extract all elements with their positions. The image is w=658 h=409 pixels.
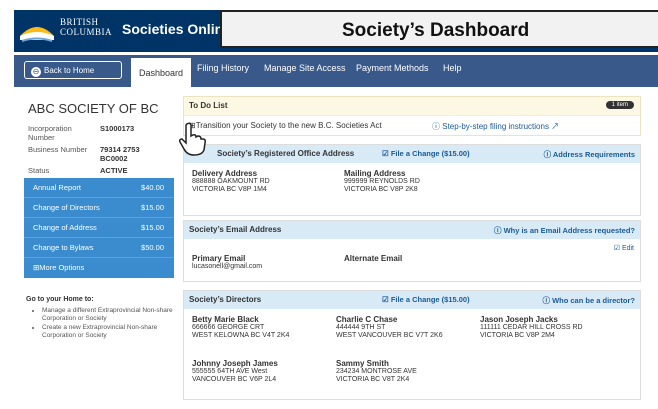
- email-header: Society’s Email Address ⓘ Why is an Emai…: [184, 221, 640, 239]
- goto-create-link[interactable]: Create a new Extraprovincial Non-share C…: [42, 324, 174, 339]
- business-number-row: Business Number 79314 2753 BC0002: [28, 145, 140, 163]
- tab-dashboard[interactable]: Dashboard: [131, 58, 192, 87]
- society-panel: ABC SOCIETY OF BC Incorporation Number S1…: [24, 96, 174, 339]
- director-card: Sammy Smith 234234 MONTROSE AVE VICTORIA B…: [336, 359, 417, 383]
- menu-change-of-address[interactable]: Change of Address $15.00: [24, 218, 174, 238]
- directors-section: Society’s Directors ☑ File a Change ($15…: [183, 290, 641, 400]
- email-edit-button[interactable]: ☑ Edit: [614, 245, 634, 253]
- filing-menu: Annual Report $40.00 Change of Directors $…: [24, 178, 174, 278]
- director-card: Betty Marie Black 666666 GEORGE CRT WEST K…: [192, 315, 290, 339]
- tab-help[interactable]: Help: [443, 63, 462, 73]
- directors-header: Society’s Directors ☑ File a Change ($15…: [184, 291, 640, 309]
- menu-more-options[interactable]: ⊞More Options: [24, 258, 174, 278]
- directors-file-change-link[interactable]: ☑ File a Change ($15.00): [382, 295, 470, 304]
- menu-change-to-bylaws[interactable]: Change to Bylaws $50.00: [24, 238, 174, 258]
- menu-annual-report[interactable]: Annual Report $40.00: [24, 178, 174, 198]
- primary-email: Primary Email lucasonell@gmail.com: [192, 254, 263, 270]
- mailing-address: Mailing Address 999999 REYNOLDS RD VICTORI…: [344, 169, 420, 193]
- info-icon: ⓘ: [432, 122, 443, 131]
- director-card: Johnny Joseph James 555555 64TH AVE West V…: [192, 359, 278, 383]
- todo-transition-item[interactable]: ⊞Transition your Society to the new B.C.…: [189, 121, 382, 130]
- director-card: Charlie C Chase 444444 9TH ST WEST VANCOUV…: [336, 315, 443, 339]
- society-name: ABC SOCIETY OF BC: [28, 101, 159, 116]
- page: BRITISH COLUMBIA Societies Online Society…: [0, 0, 658, 409]
- email-section: Society’s Email Address ⓘ Why is an Emai…: [183, 220, 641, 282]
- logo-text: BRITISH COLUMBIA: [60, 17, 113, 37]
- app-title: Societies Online: [122, 21, 231, 37]
- todo-title: To Do List: [189, 101, 228, 110]
- back-to-home-button[interactable]: ⊖ Back to Home: [24, 61, 122, 79]
- delivery-address: Delivery Address 888888 OAKMOUNT RD VICTOR…: [192, 169, 270, 193]
- filing-instructions-link[interactable]: ⓘ Step-by-step filing instructions ↗: [432, 121, 559, 132]
- goto-manage-link[interactable]: Manage a different Extraprovincial Non-s…: [42, 307, 174, 322]
- edit-icon: ☑: [613, 245, 622, 252]
- incorporation-number-row: Incorporation Number S1000173: [28, 124, 135, 142]
- office-file-change-link[interactable]: ☑ File a Change ($15.00): [382, 149, 470, 158]
- info-icon: ⓘ: [543, 150, 553, 159]
- dashboard-title: Society’s Dashboard: [220, 10, 658, 48]
- todo-list: To Do List 1 item ⊞Transition your Socie…: [183, 96, 641, 136]
- go-to-home-section: Go to your Home to: Manage a different E…: [24, 296, 174, 341]
- arrow-left-icon: ⊖: [31, 67, 41, 77]
- hand-pointer-icon: [179, 122, 206, 156]
- info-icon: ⓘ: [493, 226, 504, 235]
- info-icon: ⓘ: [542, 296, 553, 305]
- edit-icon: ☑: [382, 295, 391, 304]
- tab-manage-site-access[interactable]: Manage Site Access: [264, 63, 346, 73]
- registered-office-header: Society’s Registered Office Address ☑ Fi…: [184, 145, 640, 163]
- menu-change-of-directors[interactable]: Change of Directors $15.00: [24, 198, 174, 218]
- todo-row: ⊞Transition your Society to the new B.C.…: [184, 115, 640, 135]
- why-email-link[interactable]: ⓘ Why is an Email Address requested?: [494, 225, 635, 236]
- registered-office-section: Society’s Registered Office Address ☑ Fi…: [183, 144, 641, 216]
- status-row: Status ACTIVE: [28, 166, 128, 175]
- tab-payment-methods[interactable]: Payment Methods: [356, 63, 429, 73]
- director-card: Jason Joseph Jacks 111111 CEDAR HILL CROS…: [480, 315, 583, 339]
- edit-icon: ☑: [382, 149, 391, 158]
- alternate-email: Alternate Email: [344, 254, 403, 263]
- tab-filing-history[interactable]: Filing History: [197, 63, 249, 73]
- todo-count-badge: 1 item: [605, 101, 634, 109]
- address-requirements-link[interactable]: ⓘ Address Requirements: [544, 149, 635, 160]
- external-link-icon: ↗: [548, 122, 560, 131]
- bc-logo-icon: [20, 27, 54, 42]
- who-can-be-director-link[interactable]: ⓘ Who can be a director?: [542, 295, 635, 306]
- main-nav: ⊖ Back to Home Dashboard Filing History M…: [14, 55, 658, 87]
